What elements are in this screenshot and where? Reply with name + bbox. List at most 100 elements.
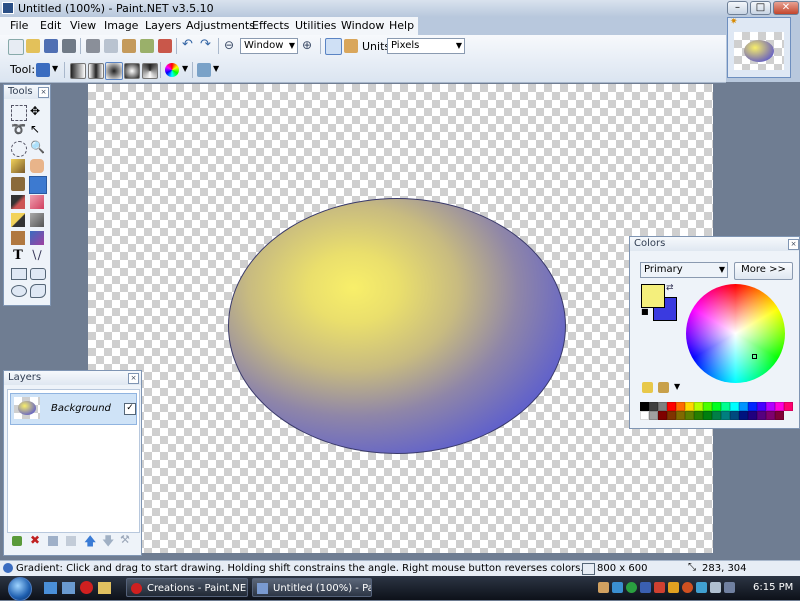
menu-image[interactable]: Image xyxy=(104,19,138,32)
color-wheel[interactable] xyxy=(686,284,785,383)
palette-swatch[interactable] xyxy=(667,411,676,420)
menu-effects[interactable]: Effects xyxy=(252,19,289,32)
rounded-rectangle-icon[interactable] xyxy=(30,268,46,280)
palette-swatch[interactable] xyxy=(676,411,685,420)
zoom-mode-select[interactable]: Window ▼ xyxy=(240,38,298,54)
linear-gradient-icon[interactable] xyxy=(70,63,86,79)
palette-swatch[interactable] xyxy=(757,411,766,420)
delete-layer-icon[interactable]: ✖ xyxy=(30,533,40,547)
chevron-down-icon[interactable]: ▼ xyxy=(182,64,188,73)
freeform-shape-icon[interactable] xyxy=(30,284,46,298)
current-tool-gradient-icon[interactable] xyxy=(36,63,50,77)
opera-quicklaunch-icon[interactable] xyxy=(80,581,93,594)
tray-icon[interactable] xyxy=(724,582,735,593)
palette-swatch[interactable] xyxy=(748,411,757,420)
minimize-button[interactable]: – xyxy=(727,1,748,15)
network-icon[interactable] xyxy=(696,582,707,593)
lasso-select-icon[interactable]: ➰ xyxy=(11,123,26,137)
palette-swatches[interactable] xyxy=(640,402,793,420)
reset-colors-icon[interactable]: ■ xyxy=(641,307,649,316)
conical-gradient-icon[interactable] xyxy=(142,63,158,79)
crop-to-selection-icon[interactable] xyxy=(140,39,154,53)
palette-swatch[interactable] xyxy=(685,411,694,420)
menu-view[interactable]: View xyxy=(70,19,96,32)
palette-swatch[interactable] xyxy=(685,402,694,411)
clone-stamp-icon[interactable] xyxy=(11,231,25,245)
layer-visibility-checkbox[interactable]: ✓ xyxy=(124,403,136,415)
save-icon[interactable] xyxy=(44,39,58,53)
close-tools-icon[interactable]: × xyxy=(38,87,49,98)
magic-wand-icon[interactable] xyxy=(11,159,25,173)
menu-layers[interactable]: Layers xyxy=(145,19,181,32)
ruler-icon[interactable] xyxy=(344,39,358,53)
deselect-icon[interactable] xyxy=(158,39,172,53)
color-picker-icon[interactable] xyxy=(30,213,44,227)
palette-swatch[interactable] xyxy=(694,411,703,420)
palette-swatch[interactable] xyxy=(649,402,658,411)
new-file-icon[interactable] xyxy=(8,39,24,55)
taskbar-task-creations[interactable]: Creations - Paint.NE... xyxy=(126,578,248,597)
palette-swatch[interactable] xyxy=(703,402,712,411)
palette-swatch[interactable] xyxy=(712,402,721,411)
zoom-tool-icon[interactable]: 🔍 xyxy=(30,141,45,155)
pencil-icon[interactable] xyxy=(11,213,25,227)
gradient-tool-icon[interactable] xyxy=(29,176,47,194)
menu-help[interactable]: Help xyxy=(389,19,414,32)
units-select[interactable]: Pixels ▼ xyxy=(387,38,465,54)
menu-adjustments[interactable]: Adjustments xyxy=(186,19,255,32)
palette-swatch[interactable] xyxy=(640,402,649,411)
layer-properties-icon[interactable]: ⚒ xyxy=(120,533,130,546)
color-mode-select[interactable]: Primary ▼ xyxy=(640,262,728,278)
antialiasing-icon[interactable] xyxy=(197,63,211,77)
palette-swatch[interactable] xyxy=(784,402,793,411)
paint-bucket-icon[interactable] xyxy=(11,177,25,191)
rectangle-shape-icon[interactable] xyxy=(11,268,27,280)
duplicate-layer-icon[interactable] xyxy=(48,536,58,546)
volume-icon[interactable] xyxy=(710,582,721,593)
reflected-gradient-icon[interactable] xyxy=(88,63,104,79)
color-mode-icon[interactable] xyxy=(165,63,179,77)
move-selected-pixels-icon[interactable]: ✥ xyxy=(30,105,44,119)
palette-swatch[interactable] xyxy=(649,411,658,420)
recolor-icon[interactable] xyxy=(30,231,44,245)
line-curve-icon[interactable]: ∖∕ xyxy=(30,249,44,263)
swap-colors-icon[interactable]: ⇄ xyxy=(666,283,674,293)
image-thumbnail-tab[interactable]: ✷ xyxy=(727,17,791,78)
chevron-down-icon[interactable]: ▼ xyxy=(674,382,680,391)
palette-swatch[interactable] xyxy=(676,402,685,411)
tray-icon[interactable] xyxy=(682,582,693,593)
palette-swatch[interactable] xyxy=(658,402,667,411)
more-colors-button[interactable]: More >> xyxy=(734,262,793,280)
cut-icon[interactable] xyxy=(86,39,100,53)
grid-toggle-icon[interactable] xyxy=(325,38,342,55)
zoom-out-icon[interactable]: ⊖ xyxy=(224,39,238,53)
close-colors-icon[interactable]: × xyxy=(788,239,799,250)
tray-icon[interactable] xyxy=(668,582,679,593)
move-layer-down-icon[interactable]: 🡇 xyxy=(102,532,114,553)
add-to-palette-icon[interactable] xyxy=(642,382,653,393)
menu-window[interactable]: Window xyxy=(341,19,384,32)
add-layer-icon[interactable] xyxy=(12,536,22,546)
ellipse-select-icon[interactable] xyxy=(11,141,27,157)
diamond-gradient-icon[interactable] xyxy=(105,62,123,80)
palette-swatch[interactable] xyxy=(766,402,775,411)
palette-swatch[interactable] xyxy=(703,411,712,420)
color-palette[interactable] xyxy=(640,402,793,422)
chevron-down-icon[interactable]: ▼ xyxy=(52,64,58,73)
palette-menu-icon[interactable] xyxy=(658,382,669,393)
start-orb-icon[interactable] xyxy=(8,577,32,601)
text-tool-icon[interactable]: T xyxy=(11,249,25,263)
primary-color-swatch[interactable] xyxy=(641,284,665,308)
switch-windows-icon[interactable] xyxy=(62,582,75,594)
maximize-button[interactable]: □ xyxy=(750,1,771,15)
palette-swatch[interactable] xyxy=(766,411,775,420)
close-layers-icon[interactable]: × xyxy=(128,373,139,384)
palette-swatch[interactable] xyxy=(721,411,730,420)
taskbar-task-untitled[interactable]: Untitled (100%) - Pa... xyxy=(252,578,372,597)
chevron-down-icon[interactable]: ▼ xyxy=(213,64,219,73)
paste-icon[interactable] xyxy=(122,39,136,53)
tray-icon[interactable] xyxy=(626,582,637,593)
palette-swatch[interactable] xyxy=(757,402,766,411)
eraser-icon[interactable] xyxy=(30,195,44,209)
close-button[interactable]: ✕ xyxy=(773,1,799,15)
